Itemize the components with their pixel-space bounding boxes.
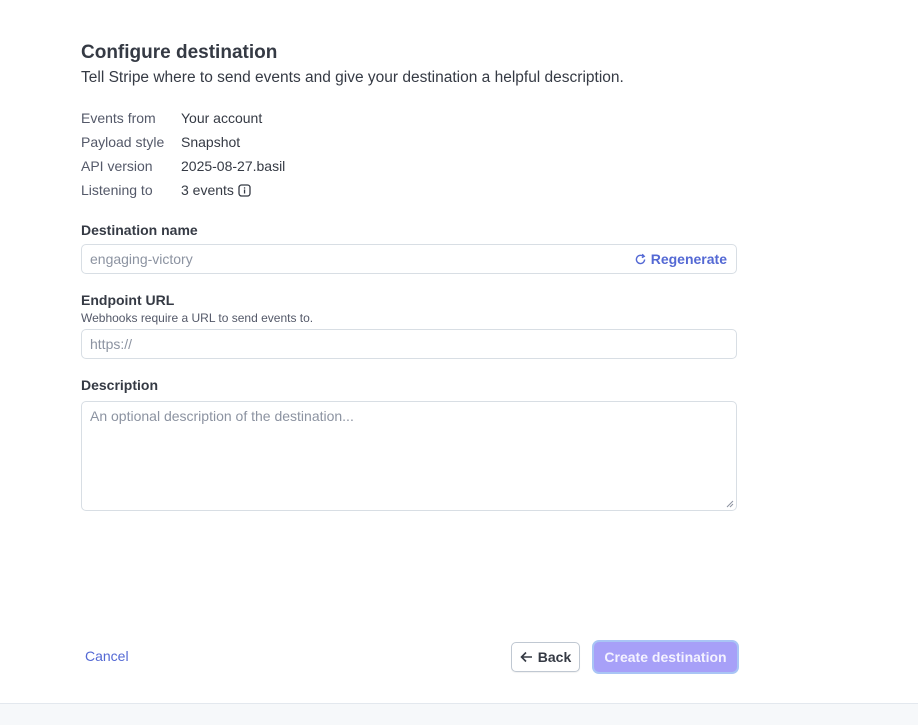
main-content: Configure destination Tell Stripe where …	[81, 40, 737, 511]
meta-row-payload-style: Payload style Snapshot	[81, 130, 737, 154]
meta-value-events: 3 events	[181, 182, 251, 198]
meta-label: Payload style	[81, 134, 165, 150]
arrow-left-icon	[520, 651, 532, 663]
refresh-icon	[635, 253, 646, 264]
destination-summary: Events from Your account Payload style S…	[81, 106, 737, 202]
info-icon[interactable]	[238, 183, 251, 197]
meta-value: 2025-08-27.basil	[181, 158, 286, 174]
meta-value: Your account	[181, 110, 263, 126]
description-label: Description	[81, 377, 159, 393]
back-button[interactable]: Back	[511, 642, 580, 672]
page-subtitle: Tell Stripe where to send events and giv…	[81, 69, 624, 86]
meta-row-events-from: Events from Your account	[81, 106, 737, 130]
configure-destination-page: Configure destination Tell Stripe where …	[0, 0, 918, 725]
resize-grip-icon[interactable]	[726, 500, 734, 508]
destination-name-value: engaging-victory	[90, 251, 193, 267]
meta-row-api-version: API version 2025-08-27.basil	[81, 154, 737, 178]
bottom-divider-strip	[0, 703, 918, 725]
destination-name-field: Destination name engaging-victory Regene…	[81, 221, 737, 274]
description-field: Description An optional description of t…	[81, 376, 737, 511]
meta-value: Snapshot	[181, 134, 241, 150]
endpoint-url-placeholder: https://	[90, 336, 133, 352]
meta-row-listening-to: Listening to 3 events	[81, 178, 737, 202]
meta-label: API version	[81, 158, 153, 174]
regenerate-label: Regenerate	[650, 251, 727, 267]
regenerate-button[interactable]: Regenerate	[634, 245, 727, 273]
destination-name-label: Destination name	[81, 222, 198, 238]
create-destination-button[interactable]: Create destination	[592, 640, 739, 674]
cancel-link[interactable]: Cancel	[85, 648, 129, 664]
events-count: 3 events	[181, 182, 234, 198]
meta-label: Events from	[81, 110, 156, 126]
endpoint-url-field: Endpoint URL Webhooks require a URL to s…	[81, 291, 737, 359]
destination-name-input[interactable]: engaging-victory Regenerate	[81, 244, 737, 274]
meta-label: Listening to	[81, 182, 153, 198]
description-textarea[interactable]: An optional description of the destinati…	[81, 401, 737, 511]
page-title: Configure destination	[81, 42, 278, 63]
back-label: Back	[537, 649, 572, 665]
description-placeholder: An optional description of the destinati…	[90, 408, 354, 424]
endpoint-url-help: Webhooks require a URL to send events to…	[81, 311, 314, 325]
endpoint-url-input[interactable]: https://	[81, 329, 737, 359]
endpoint-url-label: Endpoint URL	[81, 292, 175, 308]
